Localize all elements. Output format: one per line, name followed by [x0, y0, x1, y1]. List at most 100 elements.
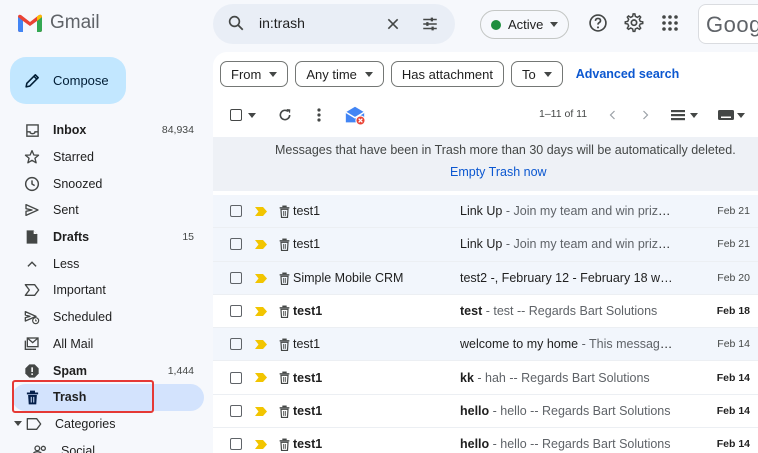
important-marker-icon[interactable] [255, 406, 267, 416]
email-subject: Link Up [460, 204, 503, 219]
sidebar-item-sent[interactable]: Sent [12, 197, 204, 224]
spam-icon [24, 363, 40, 379]
trash-icon [24, 389, 40, 405]
send-icon [24, 202, 40, 218]
email-preview: - hello -- Regards Bart Solutions [489, 403, 671, 418]
email-row[interactable]: test1 Link Up - Join my team and win pri… [213, 195, 758, 229]
email-subject: test [460, 304, 483, 319]
select-menu-chevron-icon[interactable] [248, 113, 256, 118]
sidebar-item-drafts[interactable]: Drafts 15 [12, 224, 204, 251]
search-filter-chips: From Any time Has attachment To Advanced… [220, 61, 679, 87]
email-subject: test2 -, February 12 - February 18 wee..… [460, 270, 674, 285]
trash-notice-banner: Messages that have been in Trash more th… [213, 137, 758, 191]
email-row[interactable]: test1 welcome to my home - This message … [213, 328, 758, 362]
email-row[interactable]: test1 Link Up - Join my team and win pri… [213, 228, 758, 262]
sidebar-item-spam[interactable]: Spam 1,444 [12, 357, 204, 384]
select-all-checkbox[interactable] [230, 109, 242, 121]
sidebar-item-trash[interactable]: Trash [12, 383, 204, 411]
row-checkbox[interactable] [230, 371, 242, 384]
split-pane-icon[interactable] [671, 109, 685, 121]
sidebar-item-social[interactable]: Social [12, 437, 204, 453]
email-snippet: Link Up - Join my team and win prizes... [460, 237, 674, 251]
settings-gear-icon[interactable] [624, 13, 644, 33]
account-switcher[interactable]: Googl [698, 4, 758, 44]
trash-icon [279, 372, 290, 385]
advanced-search-link[interactable]: Advanced search [576, 67, 680, 81]
email-row[interactable]: test1 kk - hah -- Regards Bart Solutions… [213, 361, 758, 395]
sidebar-item-label: Trash [53, 390, 87, 405]
sidebar-nav: Inbox 84,934 Starred Snoozed Sent Drafts… [12, 117, 204, 453]
sidebar-item-categories[interactable]: Categories [12, 411, 204, 438]
sidebar-item-scheduled[interactable]: Scheduled [12, 304, 204, 331]
all-mail-icon [24, 336, 40, 352]
email-sender: Simple Mobile CRM [293, 270, 404, 285]
email-row[interactable]: test1 test - test -- Regards Bart Soluti… [213, 295, 758, 329]
prev-page-icon[interactable] [607, 109, 619, 121]
email-date: Feb 21 [717, 238, 750, 251]
filter-chip-from[interactable]: From [220, 61, 289, 87]
empty-trash-button[interactable]: Empty Trash now [450, 165, 547, 179]
row-checkbox[interactable] [230, 205, 242, 218]
email-date: Feb 14 [716, 404, 750, 417]
email-subject: welcome to my home [460, 337, 579, 352]
chevron-down-icon [543, 71, 552, 77]
important-marker-icon[interactable] [255, 207, 267, 216]
email-preview: - Join my team and win prizes... [502, 204, 674, 219]
chip-label: To [521, 66, 536, 82]
important-marker-icon[interactable] [255, 306, 267, 316]
chip-label: From [231, 66, 262, 82]
important-marker-icon[interactable] [255, 240, 267, 250]
search-input[interactable]: in:trash [259, 15, 305, 31]
row-checkbox[interactable] [230, 338, 242, 351]
email-snippet: hello - hello -- Regards Bart Solutions [460, 437, 674, 451]
compose-button[interactable]: Compose [10, 57, 126, 104]
filter-chip-has-attachment[interactable]: Has attachment [390, 61, 504, 87]
search-bar[interactable]: in:trash [213, 4, 455, 44]
search-options-icon[interactable] [421, 15, 439, 33]
row-checkbox[interactable] [230, 404, 242, 417]
clear-search-icon[interactable] [385, 16, 401, 32]
keyboard-icon[interactable] [718, 110, 734, 120]
email-snippet: hello - hello -- Regards Bart Solutions [460, 404, 674, 418]
status-selector[interactable]: Active [480, 10, 569, 39]
account-label: Googl [706, 12, 758, 37]
filter-chip-any-time[interactable]: Any time [295, 61, 384, 87]
more-vert-icon[interactable] [311, 107, 327, 123]
row-checkbox[interactable] [230, 271, 242, 284]
sidebar-item-inbox[interactable]: Inbox 84,934 [12, 117, 204, 144]
important-marker-icon[interactable] [255, 373, 267, 383]
important-marker-icon[interactable] [255, 340, 267, 350]
refresh-icon[interactable] [277, 107, 293, 123]
clock-icon [24, 176, 40, 192]
email-row[interactable]: test1 hello - hello -- Regards Bart Solu… [213, 428, 758, 453]
sidebar-item-label: Sent [53, 203, 79, 218]
sidebar-item-all-mail[interactable]: All Mail [12, 331, 204, 358]
row-checkbox[interactable] [230, 238, 242, 251]
row-checkbox[interactable] [230, 305, 242, 318]
apps-grid-icon[interactable] [662, 15, 678, 31]
email-preview: - test -- Regards Bart Solutions [482, 304, 658, 319]
row-checkbox[interactable] [230, 438, 242, 451]
filter-chip-to[interactable]: To [510, 61, 563, 87]
important-icon [24, 282, 40, 298]
sidebar-item-important[interactable]: Important [12, 277, 204, 304]
trash-icon [279, 338, 290, 352]
label-icon [26, 416, 42, 432]
mail-extension-icon[interactable] [344, 104, 366, 126]
chip-label: Has attachment [401, 66, 493, 82]
input-tools-chevron-icon[interactable] [737, 113, 745, 118]
sidebar-item-less[interactable]: Less [12, 250, 204, 277]
trash-icon [279, 438, 290, 452]
email-row[interactable]: test1 hello - hello -- Regards Bart Solu… [213, 394, 758, 429]
next-page-icon[interactable] [639, 109, 651, 121]
important-marker-icon[interactable] [255, 273, 267, 283]
gmail-logo[interactable]: Gmail [18, 12, 100, 34]
sidebar-item-starred[interactable]: Starred [12, 144, 204, 171]
email-row[interactable]: Simple Mobile CRM test2 -, February 12 -… [213, 261, 758, 295]
split-pane-chevron-icon[interactable] [690, 113, 698, 118]
email-subject: hello [460, 437, 490, 452]
help-icon[interactable] [588, 13, 608, 33]
search-icon[interactable] [227, 14, 245, 32]
important-marker-icon[interactable] [255, 440, 267, 450]
sidebar-item-snoozed[interactable]: Snoozed [12, 170, 204, 197]
